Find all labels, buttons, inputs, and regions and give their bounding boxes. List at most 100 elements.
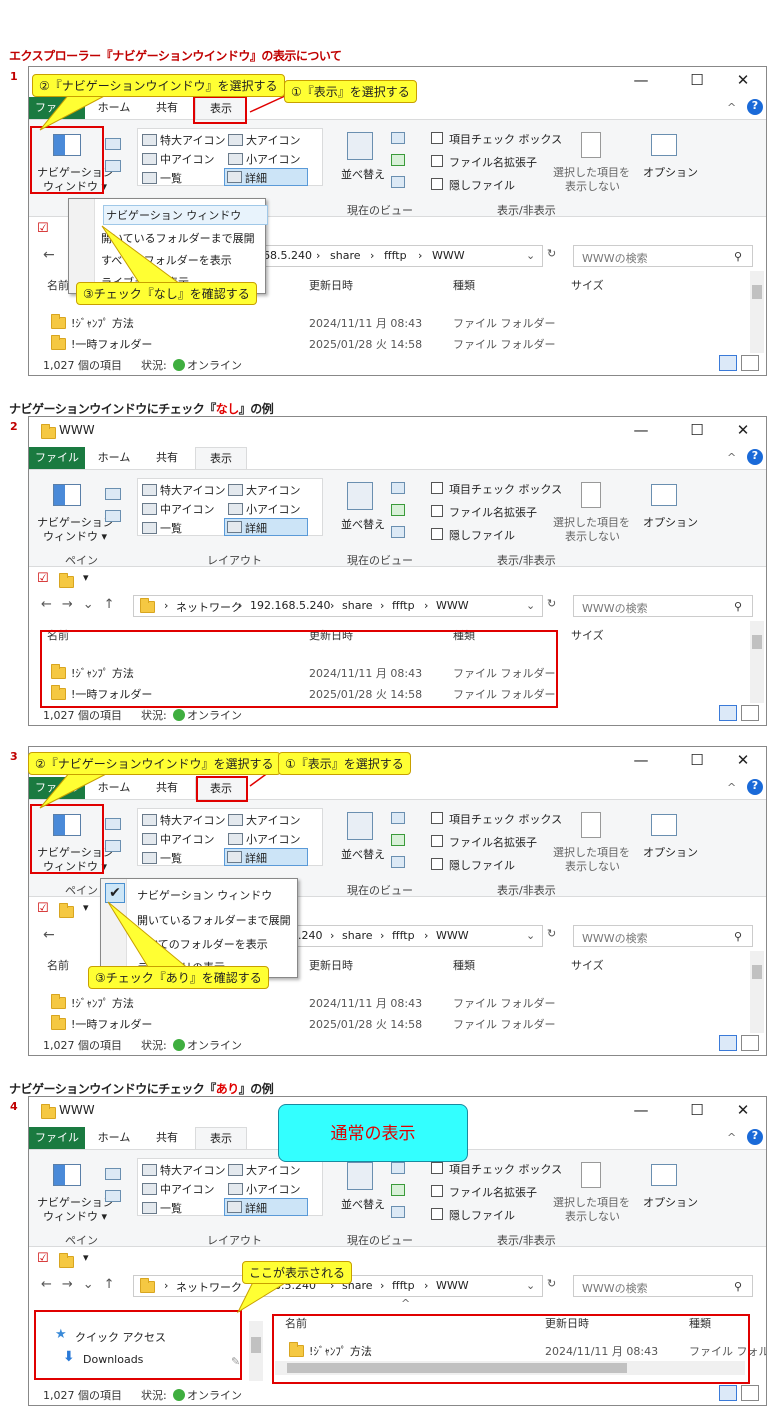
hide-selected-label2[interactable]: 表示しない	[565, 528, 620, 544]
col-size[interactable]: サイズ	[571, 627, 604, 643]
group-current-view: 現在のビュー	[347, 554, 413, 567]
details-pane-icon[interactable]	[105, 1190, 121, 1202]
group-by-icon[interactable]	[391, 1162, 405, 1174]
hidden-files-toggle[interactable]	[431, 1208, 443, 1220]
layout-xl-icons[interactable]: 特大アイコン	[140, 482, 225, 498]
search-input[interactable]: WWWの検索 ⚲	[573, 595, 753, 617]
minimize-icon[interactable]: —	[621, 1101, 661, 1119]
help-icon[interactable]: ?	[747, 449, 763, 465]
window-title: WWW	[59, 423, 95, 437]
group-current-view: 現在のビュー	[347, 1234, 413, 1247]
layout-details[interactable]: 詳細	[224, 518, 308, 536]
tab-share[interactable]: 共有	[145, 1127, 189, 1149]
tab-share[interactable]: 共有	[145, 447, 189, 469]
hide-selected-label2[interactable]: 表示しない	[565, 1208, 620, 1224]
collapse-ribbon-icon[interactable]: ^	[727, 451, 736, 464]
normal-view-banner: 通常の表示	[278, 1104, 468, 1162]
sort-label[interactable]: 並べ替え	[341, 516, 385, 532]
layout-medium-icons[interactable]: 中アイコン	[140, 501, 214, 517]
details-pane-icon[interactable]	[105, 510, 121, 522]
layout-xl-icons[interactable]: 特大アイコン	[140, 1162, 225, 1178]
layout-list[interactable]: 一覧	[140, 1200, 182, 1216]
group-layout: レイアウト	[207, 1234, 262, 1247]
tab-file[interactable]: ファイル	[29, 447, 85, 469]
options-label[interactable]: オプション	[643, 1194, 698, 1210]
preview-pane-icon[interactable]	[105, 488, 121, 500]
layout-details[interactable]: 詳細	[224, 1198, 308, 1216]
vertical-scrollbar[interactable]	[750, 621, 764, 703]
refresh-icon[interactable]: ↻	[547, 597, 556, 610]
collapse-ribbon-icon[interactable]: ^	[727, 1131, 736, 1144]
maximize-icon[interactable]: ☐	[677, 421, 717, 439]
tab-view[interactable]: 表示	[195, 1127, 247, 1149]
nav-pane-label2[interactable]: ウィンドウ ▾	[43, 528, 107, 544]
group-pane: ペイン	[65, 554, 98, 567]
large-icon-view-icon[interactable]	[741, 1035, 759, 1051]
nav-arrows-icon[interactable]: ←→⌄↑	[41, 597, 125, 612]
tab-file[interactable]: ファイル	[29, 1127, 85, 1149]
close-icon[interactable]: ✕	[723, 1101, 763, 1119]
navigation-pane-icon	[53, 484, 81, 506]
add-columns-icon[interactable]	[391, 504, 405, 516]
item-count: 1,027 個の項目	[43, 1389, 122, 1402]
callout-select-view: ①『表示』を選択する	[278, 752, 411, 775]
callout-shown-here: ここが表示される	[242, 1261, 353, 1284]
add-columns-icon[interactable]	[391, 1184, 405, 1196]
ribbon: ナビゲーション ウィンドウ ▾ 特大アイコン 大アイコン 中アイコン 小アイコン…	[29, 1149, 766, 1247]
callout-tails	[39, 763, 281, 971]
options-label[interactable]: オプション	[643, 514, 698, 530]
sort-icon	[347, 1162, 373, 1190]
row-name[interactable]: !一時フォルダー	[71, 1016, 152, 1032]
item-count: 1,027 個の項目	[43, 709, 122, 722]
tab-home[interactable]: ホーム	[91, 447, 137, 469]
layout-gallery: 特大アイコン 大アイコン 中アイコン 小アイコン 一覧 詳細	[137, 1158, 323, 1216]
details-view-icon[interactable]	[719, 1035, 737, 1051]
panel-number: 2	[10, 420, 18, 433]
details-view-icon[interactable]	[719, 705, 737, 721]
layout-gallery: 特大アイコン 大アイコン 中アイコン 小アイコン 一覧 詳細	[137, 478, 323, 536]
close-icon[interactable]: ✕	[723, 421, 763, 439]
item-checkbox-toggle[interactable]	[431, 482, 443, 494]
large-icon-view-icon[interactable]	[741, 705, 759, 721]
layout-list[interactable]: 一覧	[140, 520, 182, 536]
sort-label[interactable]: 並べ替え	[341, 1196, 385, 1212]
address-dropdown-icon[interactable]: ⌄	[526, 599, 535, 612]
address-box[interactable]: › ネットワーク › 192.168.5.240 › share › ffftp…	[133, 595, 543, 617]
item-checkbox-toggle[interactable]	[431, 1162, 443, 1174]
layout-medium-icons[interactable]: 中アイコン	[140, 1181, 214, 1197]
customize-qa-icon[interactable]: ▾	[83, 571, 89, 584]
nav-pane-label2[interactable]: ウィンドウ ▾	[43, 1208, 107, 1224]
options-icon	[651, 484, 677, 506]
callout-tails	[39, 92, 286, 285]
tab-home[interactable]: ホーム	[91, 1127, 137, 1149]
layout-small-icons[interactable]: 小アイコン	[226, 1181, 300, 1197]
group-by-icon[interactable]	[391, 482, 405, 494]
address-sep1: ›	[238, 599, 243, 612]
layout-large-icons[interactable]: 大アイコン	[226, 1162, 300, 1178]
extension-toggle[interactable]	[431, 505, 443, 517]
tab-view[interactable]: 表示	[195, 447, 247, 469]
hidden-files-label: 隠しファイル	[449, 529, 515, 542]
new-folder-icon[interactable]	[59, 573, 74, 588]
status-bar: 1,027 個の項目 状況: オンライン	[29, 1033, 766, 1055]
large-icon-view-icon[interactable]	[741, 1385, 759, 1401]
status-label: 状況:	[141, 709, 167, 722]
layout-small-icons[interactable]: 小アイコン	[226, 501, 300, 517]
address-sep3: ›	[380, 599, 385, 612]
properties-icon[interactable]: ☑	[37, 571, 49, 586]
preview-pane-icon[interactable]	[105, 1168, 121, 1180]
details-view-icon[interactable]	[719, 1385, 737, 1401]
row-date: 2025/01/28 火 14:58	[309, 1018, 423, 1031]
panel-number: 4	[10, 1100, 18, 1113]
minimize-icon[interactable]: —	[621, 421, 661, 439]
layout-large-icons[interactable]: 大アイコン	[226, 482, 300, 498]
extension-toggle[interactable]	[431, 1185, 443, 1197]
hidden-files-toggle[interactable]	[431, 528, 443, 540]
maximize-icon[interactable]: ☐	[677, 1101, 717, 1119]
help-icon[interactable]: ?	[747, 1129, 763, 1145]
status-bar: 1,027 個の項目 状況: オンライン	[29, 1383, 766, 1405]
nav-scrollbar[interactable]	[249, 1321, 263, 1381]
item-checkbox-label: 項目チェック ボックス	[449, 483, 563, 496]
size-columns-icon[interactable]	[391, 526, 405, 538]
size-columns-icon[interactable]	[391, 1206, 405, 1218]
